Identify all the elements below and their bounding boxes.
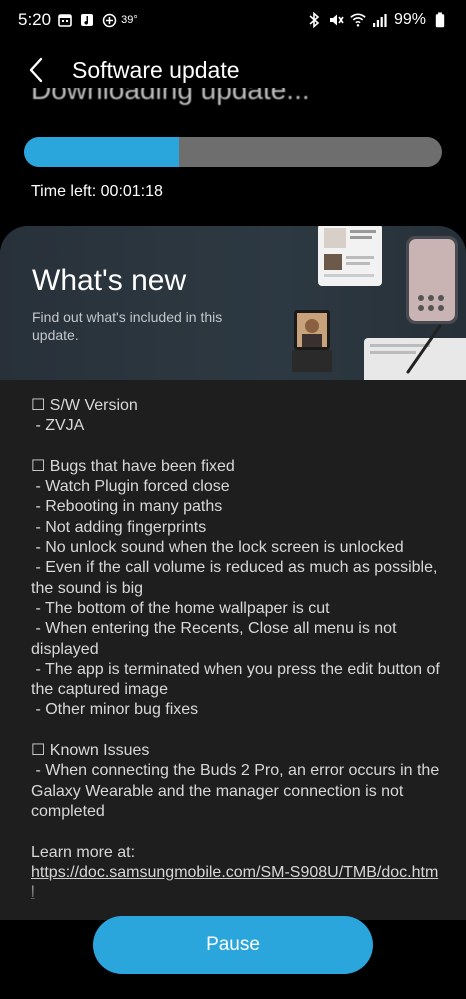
release-notes-lines: ☐ S/W Version - ZVJA ☐ Bugs that have bee… bbox=[31, 396, 441, 843]
wifi-icon bbox=[350, 12, 366, 28]
signal-icon bbox=[372, 12, 388, 28]
release-notes-line: - When entering the Recents, Close all m… bbox=[31, 620, 401, 658]
app-header: Software update bbox=[0, 48, 466, 92]
release-notes-spacer bbox=[31, 721, 441, 741]
release-notes-line: ☐ Bugs that have been fixed bbox=[31, 457, 235, 475]
release-notes-line: - Watch Plugin forced close bbox=[31, 478, 230, 496]
release-notes-line: - When connecting the Buds 2 Pro, an err… bbox=[31, 762, 444, 820]
learn-more-label: Learn more at: bbox=[31, 843, 136, 861]
status-time: 5:20 bbox=[18, 10, 52, 29]
scroll-fade bbox=[0, 876, 466, 920]
whats-new-title: What's new bbox=[32, 264, 187, 297]
tablet-illustration bbox=[364, 324, 466, 380]
devices-illustration bbox=[292, 226, 466, 380]
foldable-illustration bbox=[292, 310, 332, 372]
back-button[interactable] bbox=[8, 48, 64, 92]
release-notes-line: - Rebooting in many paths bbox=[31, 498, 223, 516]
release-notes-line: - Not adding fingerprints bbox=[31, 518, 207, 536]
phone-illustration bbox=[406, 236, 458, 324]
release-notes-line: ☐ Known Issues bbox=[31, 742, 150, 760]
music-note-icon bbox=[79, 12, 95, 28]
bluetooth-icon bbox=[306, 12, 322, 28]
page-title: Software update bbox=[72, 56, 240, 83]
status-bar: 5:20 39° 99% bbox=[0, 0, 466, 40]
download-progress-fill bbox=[24, 137, 179, 167]
phone-screenshot-illustration bbox=[318, 226, 382, 286]
whats-new-banner: What's new Find out what's included in t… bbox=[0, 226, 466, 380]
release-notes-line: - The app is terminated when you press t… bbox=[31, 660, 445, 699]
download-status-text: Downloading update... bbox=[31, 88, 310, 105]
battery-icon bbox=[432, 12, 448, 28]
status-temperature: 39° bbox=[121, 14, 138, 26]
mute-icon bbox=[328, 12, 344, 28]
release-notes-line: - The bottom of the home wallpaper is cu… bbox=[31, 599, 330, 617]
release-notes-line: ☐ S/W Version bbox=[31, 397, 138, 414]
calendar-icon bbox=[57, 12, 73, 28]
download-progress-bar bbox=[24, 137, 442, 167]
status-bar-left: 5:20 39° bbox=[18, 10, 138, 30]
release-notes-line: - Even if the call volume is reduced as … bbox=[31, 559, 442, 597]
time-left-text: Time left: 00:01:18 bbox=[31, 183, 163, 200]
whats-new-card: What's new Find out what's included in t… bbox=[0, 226, 466, 920]
battery-percent: 99% bbox=[393, 11, 426, 28]
download-status-container: Downloading update... bbox=[31, 88, 431, 112]
back-arrow-icon bbox=[29, 57, 43, 83]
release-notes-spacer bbox=[31, 822, 441, 842]
status-bar-right: 99% bbox=[306, 11, 448, 29]
release-notes: ☐ S/W Version - ZVJA ☐ Bugs that have bee… bbox=[31, 396, 441, 903]
whats-new-subtitle: Find out what's included in this update. bbox=[32, 309, 223, 343]
pause-button[interactable]: Pause bbox=[93, 916, 373, 974]
release-notes-line: - Other minor bug fixes bbox=[31, 701, 199, 719]
release-notes-line: - No unlock sound when the lock screen i… bbox=[31, 539, 404, 557]
release-notes-line: - ZVJA bbox=[31, 417, 85, 435]
release-notes-spacer bbox=[31, 437, 441, 457]
weather-sun-icon bbox=[101, 12, 117, 28]
